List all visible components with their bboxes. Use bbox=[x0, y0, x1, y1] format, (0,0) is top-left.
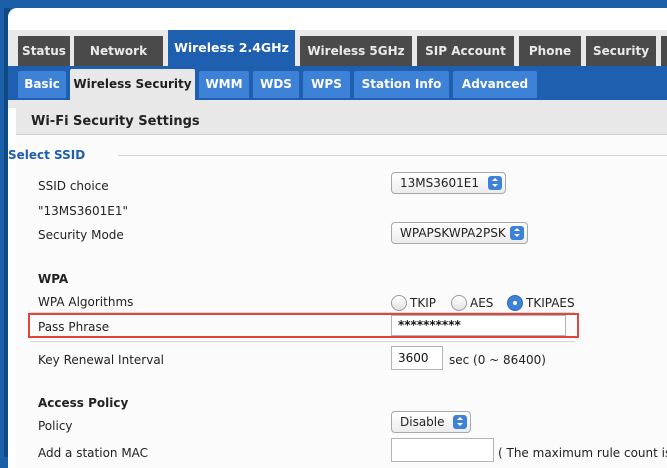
radio-aes-label: AES bbox=[470, 296, 494, 310]
wpa-algorithms-label: WPA Algorithms bbox=[38, 295, 134, 309]
tab-security[interactable]: Security bbox=[586, 36, 656, 66]
key-renewal-unit: sec (0 ~ 86400) bbox=[449, 353, 546, 367]
policy-select[interactable]: Disable bbox=[391, 411, 471, 433]
select-ssid-legend: Select SSID bbox=[8, 148, 86, 162]
radio-tkip-label: TKIP bbox=[410, 296, 436, 310]
select-arrows-icon bbox=[510, 226, 524, 240]
key-renewal-label: Key Renewal Interval bbox=[38, 353, 165, 367]
sub-tab-bar: Basic Wireless Security WMM WDS WPS Stat… bbox=[8, 66, 667, 100]
radio-tkipaes-label: TKIPAES bbox=[526, 296, 575, 310]
section-title: Wi-Fi Security Settings bbox=[16, 108, 667, 135]
ssid-choice-select[interactable]: 13MS3601E1 bbox=[391, 172, 506, 194]
ssid-name-text: "13MS3601E1" bbox=[38, 204, 129, 218]
pass-phrase-label: Pass Phrase bbox=[38, 320, 110, 334]
tab-wireless-24ghz[interactable]: Wireless 2.4GHz bbox=[168, 30, 295, 66]
security-mode-select[interactable]: WPAPSKWPA2PSK bbox=[391, 222, 528, 244]
add-mac-input[interactable] bbox=[391, 438, 494, 462]
radio-tkipaes[interactable] bbox=[507, 295, 523, 311]
tab-phone[interactable]: Phone bbox=[519, 36, 581, 66]
main-tab-bar: Status Network Wireless 2.4GHz Wireless … bbox=[8, 30, 667, 66]
policy-value: Disable bbox=[400, 415, 445, 429]
wpa-heading: WPA bbox=[38, 272, 69, 286]
subtab-wmm[interactable]: WMM bbox=[199, 71, 249, 98]
access-policy-heading: Access Policy bbox=[38, 396, 129, 410]
legend-divider bbox=[118, 155, 667, 156]
security-mode-value: WPAPSKWPA2PSK bbox=[400, 226, 506, 240]
subtab-basic[interactable]: Basic bbox=[18, 71, 66, 98]
ssid-choice-label: SSID choice bbox=[38, 179, 109, 193]
subtab-wireless-security[interactable]: Wireless Security bbox=[70, 69, 195, 100]
radio-tkip[interactable] bbox=[391, 295, 407, 311]
tab-sip-account[interactable]: SIP Account bbox=[417, 36, 514, 66]
subtab-wds[interactable]: WDS bbox=[253, 71, 299, 98]
policy-label: Policy bbox=[38, 419, 73, 433]
rule-count-note: ( The maximum rule count is 64 bbox=[498, 446, 667, 460]
subtab-station-info[interactable]: Station Info bbox=[354, 71, 449, 98]
subtab-advanced[interactable]: Advanced bbox=[453, 71, 537, 98]
router-admin-window: Status Network Wireless 2.4GHz Wireless … bbox=[8, 8, 667, 468]
tab-wireless-5ghz[interactable]: Wireless 5GHz bbox=[300, 36, 412, 66]
select-arrows-icon bbox=[488, 176, 502, 190]
subtab-wps[interactable]: WPS bbox=[303, 71, 350, 98]
add-mac-label: Add a station MAC bbox=[38, 446, 149, 460]
select-arrows-icon bbox=[453, 415, 467, 429]
radio-aes[interactable] bbox=[451, 295, 467, 311]
ssid-choice-value: 13MS3601E1 bbox=[400, 176, 479, 190]
pass-phrase-input[interactable]: ********** bbox=[391, 315, 566, 336]
tab-more[interactable] bbox=[661, 36, 667, 66]
tab-underbar bbox=[8, 100, 667, 108]
tab-status[interactable]: Status bbox=[18, 36, 70, 66]
security-mode-label: Security Mode bbox=[38, 228, 124, 242]
row-divider bbox=[30, 341, 575, 342]
tab-network[interactable]: Network bbox=[74, 36, 163, 66]
key-renewal-input[interactable]: 3600 bbox=[391, 346, 443, 370]
